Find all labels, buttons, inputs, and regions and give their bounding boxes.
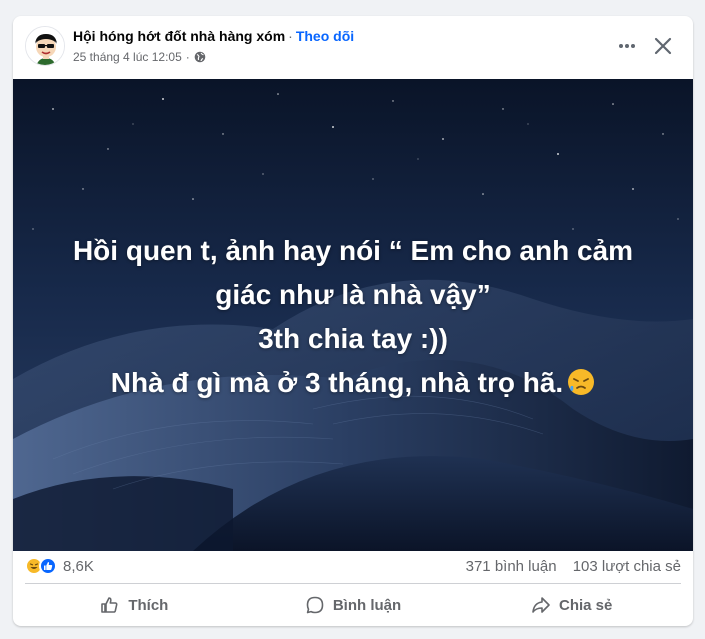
group-avatar[interactable]: [25, 26, 65, 66]
image-text-line-4-text: Nhà đ gì mà ở 3 tháng, nhà trọ hã.: [110, 367, 564, 398]
comment-count-link[interactable]: 371 bình luận: [466, 558, 557, 575]
avatar-cartoon-icon: [26, 27, 64, 65]
share-button[interactable]: Chia sẻ: [462, 588, 681, 622]
post-timestamp[interactable]: 25 tháng 4 lúc 12:05: [73, 49, 182, 65]
separator-dot: ·: [185, 50, 190, 64]
post-header: Hội hóng hớt đốt nhà hàng xóm · Theo dõi 2…: [13, 16, 693, 79]
post-card: Hội hóng hớt đốt nhà hàng xóm · Theo dõi 2…: [13, 16, 693, 626]
post-meta: 25 tháng 4 lúc 12:05 ·: [73, 49, 206, 65]
post-image[interactable]: Hồi quen t, ảnh hay nói “ Em cho anh cảm…: [13, 79, 693, 551]
follow-link[interactable]: Theo dõi: [296, 28, 354, 44]
thumbs-up-icon: [101, 597, 118, 613]
more-horizontal-icon: [619, 44, 635, 48]
sleepy-face-emoji-icon: [568, 369, 595, 395]
like-label: Thích: [128, 596, 169, 614]
image-text-line-1: Hồi quen t, ảnh hay nói “ Em cho anh cảm: [72, 235, 634, 266]
image-text-line-2: giác như là nhà vậy”: [215, 279, 491, 310]
like-reaction-icon: [39, 557, 57, 575]
reaction-count: 8,6K: [63, 557, 94, 575]
like-button[interactable]: Thích: [25, 588, 244, 622]
more-options-button[interactable]: [609, 30, 645, 62]
comment-label: Bình luận: [332, 596, 402, 614]
share-count-link[interactable]: 103 lượt chia sẻ: [573, 558, 681, 575]
globe-icon: [194, 51, 206, 63]
close-icon: [654, 37, 672, 55]
separator-dot: ·: [288, 28, 293, 44]
post-stats: 8,6K 371 bình luận 103 lượt chia sẻ: [13, 551, 693, 583]
group-name-link[interactable]: Hội hóng hớt đốt nhà hàng xóm: [73, 28, 285, 44]
comment-button[interactable]: Bình luận: [244, 588, 463, 622]
share-label: Chia sẻ: [559, 596, 613, 614]
engagement-counts: 371 bình luận 103 lượt chia sẻ: [466, 558, 681, 575]
post-actions: Thích Bình luận Chia sẻ: [25, 588, 681, 622]
close-button[interactable]: [645, 30, 681, 62]
actions-divider: [25, 583, 681, 584]
image-text-line-4: Nhà đ gì mà ở 3 tháng, nhà trọ hã.: [13, 361, 693, 405]
post-title-line: Hội hóng hớt đốt nhà hàng xóm · Theo dõi: [73, 27, 354, 45]
post-image-text: Hồi quen t, ảnh hay nói “ Em cho anh cảm…: [13, 229, 693, 405]
reaction-summary[interactable]: 8,6K: [25, 557, 94, 575]
image-text-line-3: 3th chia tay :)): [258, 323, 448, 354]
share-arrow-icon: [532, 597, 550, 613]
comment-bubble-icon: [306, 596, 324, 614]
